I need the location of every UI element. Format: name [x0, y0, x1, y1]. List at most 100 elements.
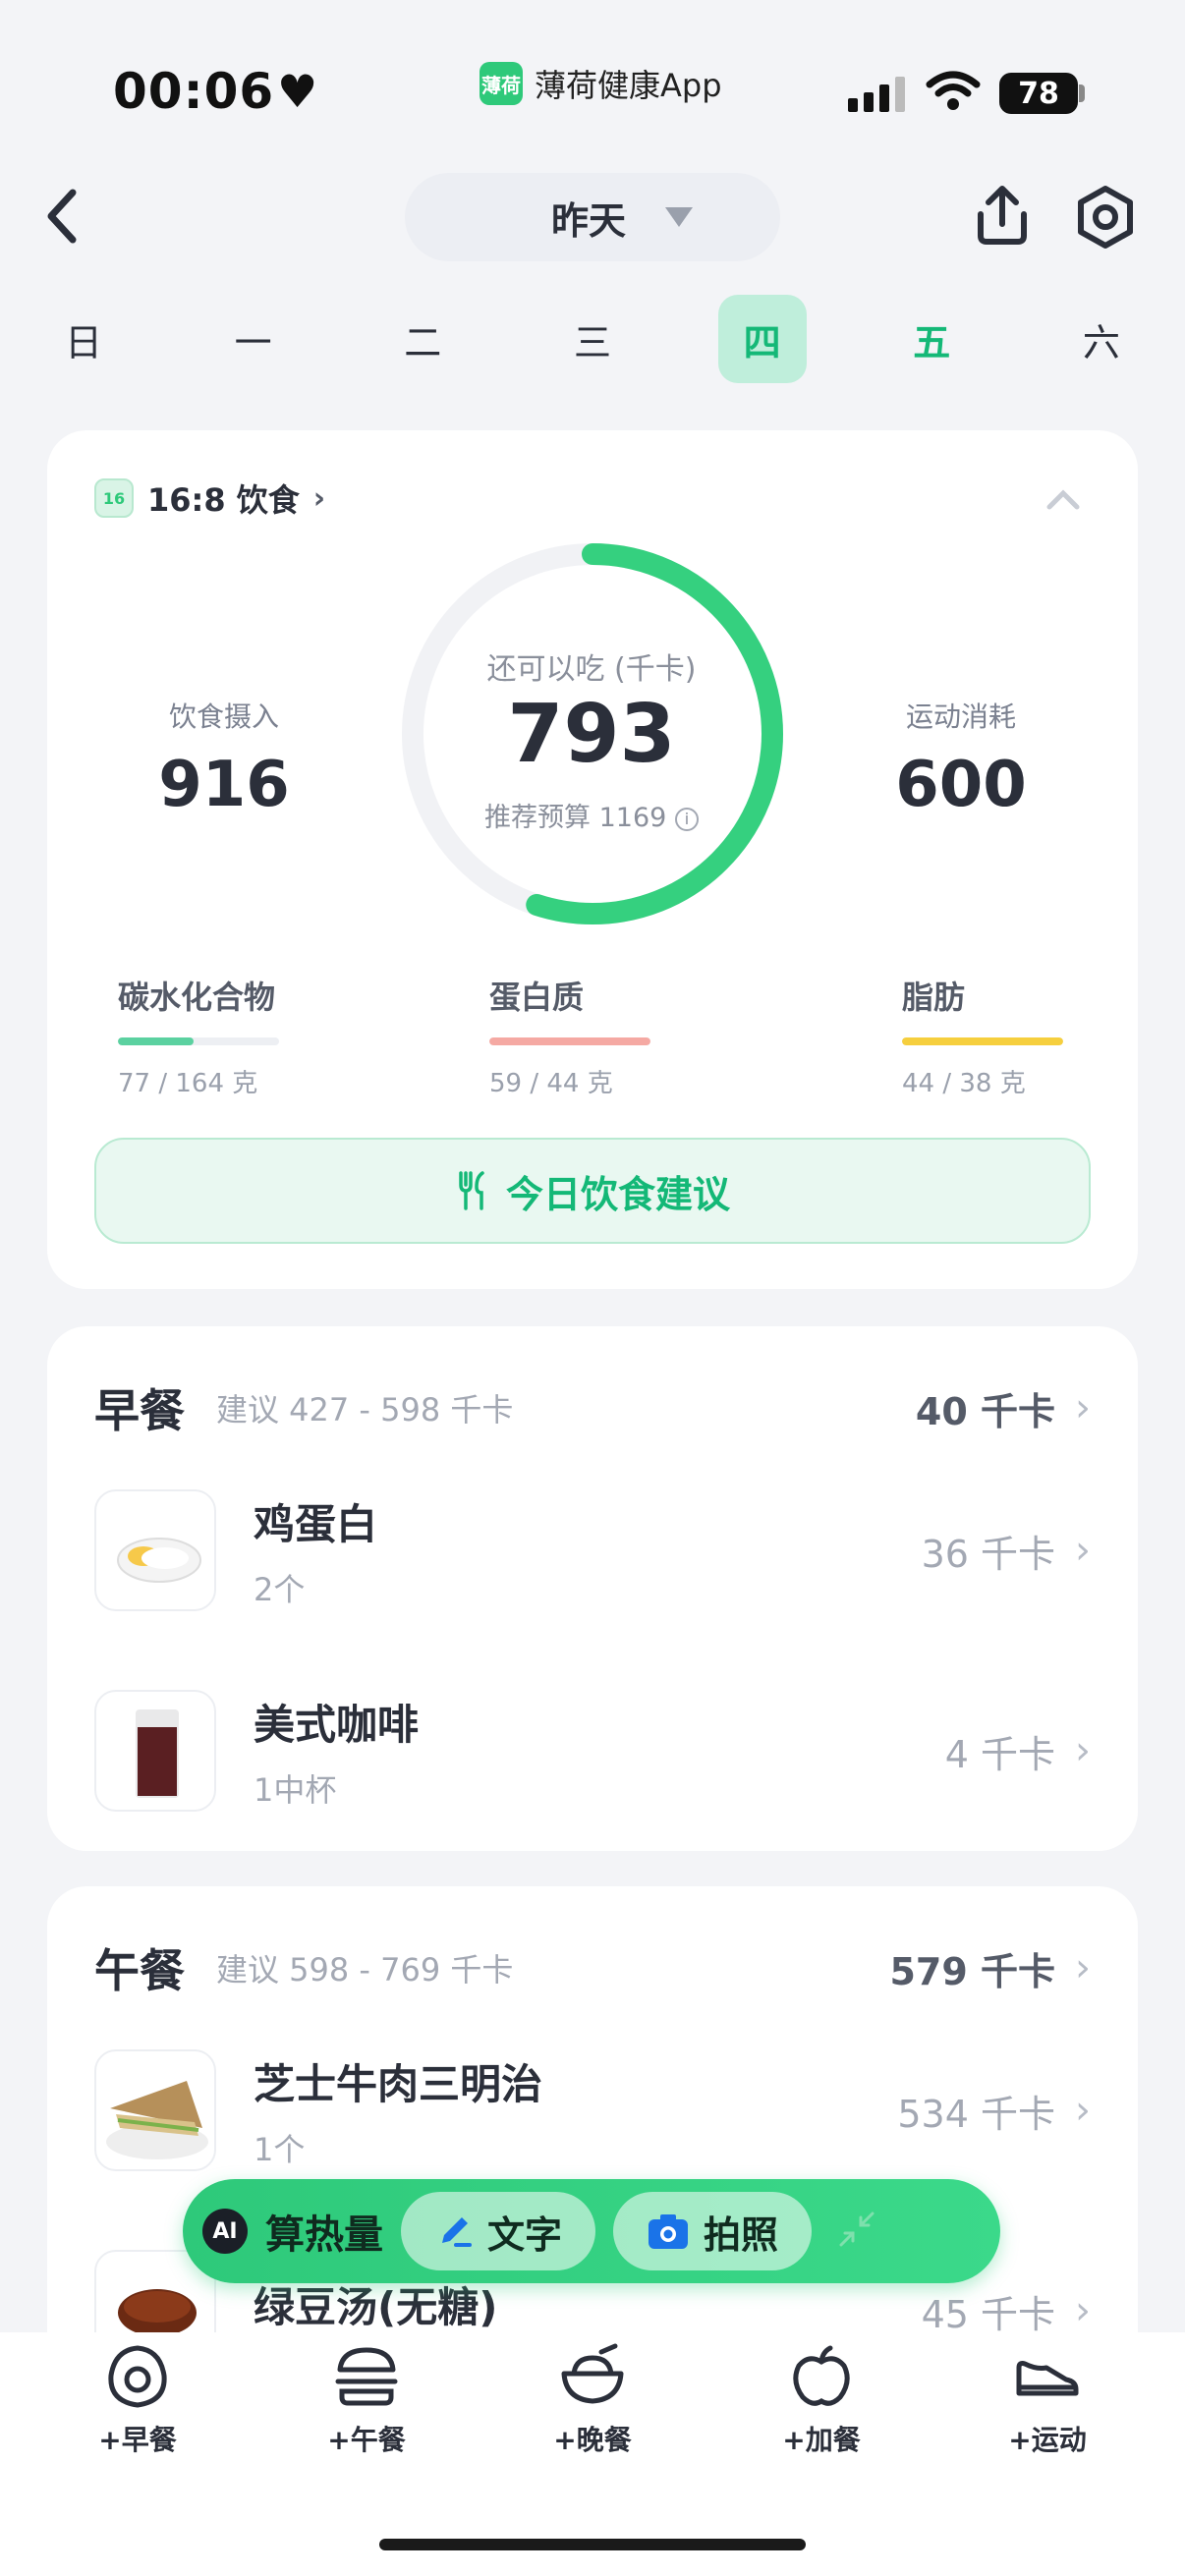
minimize-button[interactable]: [835, 2208, 878, 2255]
tab-add-dinner[interactable]: +晚餐: [524, 2342, 661, 2458]
tab-add-snack[interactable]: +加餐: [753, 2342, 890, 2458]
settings-button[interactable]: [1073, 185, 1138, 253]
home-indicator[interactable]: [379, 2539, 806, 2550]
remaining-label: 还可以吃 (千卡): [486, 652, 697, 687]
ai-photo-button[interactable]: 拍照: [613, 2192, 813, 2270]
camera-icon: [649, 2214, 689, 2249]
utensils-icon: [459, 1171, 484, 1210]
budget-label: 推荐预算 1169: [484, 803, 667, 833]
chevron-left-icon: [47, 189, 77, 244]
food-kcal: 45 千卡: [921, 2292, 1055, 2336]
ai-calorie-bar: AI 算热量 文字 拍照: [183, 2179, 1000, 2283]
day-tue[interactable]: 二: [378, 295, 467, 383]
food-kcal: 4 千卡: [944, 1732, 1055, 1776]
macro-value: 77 / 164 克: [118, 1069, 258, 1098]
chevron-up-icon: [1046, 489, 1080, 510]
tab-label: +午餐: [327, 2424, 406, 2456]
macro-progress-fill: [118, 1037, 195, 1045]
meal-title: 早餐: [94, 1384, 185, 1437]
macro-progress-fill: [489, 1037, 650, 1045]
macro-value: 59 / 44 克: [489, 1069, 613, 1098]
collapse-arrows-icon: [839, 2212, 875, 2247]
status-app-indicator[interactable]: 薄荷 薄荷健康App: [480, 61, 722, 106]
rice-bowl-icon: [561, 2343, 624, 2404]
heart-icon: ♥: [277, 65, 318, 118]
chevron-right-icon: ›: [1075, 1728, 1091, 1773]
sandwich-image: [94, 2049, 216, 2171]
budget-text[interactable]: 推荐预算 1169 i: [452, 796, 731, 834]
day-wed[interactable]: 三: [548, 295, 637, 383]
advice-label: 今日饮食建议: [505, 1172, 730, 1216]
macro-progress-fill: [902, 1037, 1063, 1045]
day-thu-selected[interactable]: 四: [717, 295, 807, 383]
exercise-label: 运动消耗: [905, 700, 1016, 733]
meal-total: 579 千卡: [889, 1949, 1055, 1993]
breakfast-header[interactable]: 早餐 建议 427 - 598 千卡 40 千卡 ›: [94, 1375, 1091, 1440]
caret-down-icon: [665, 207, 693, 227]
macro-name: 碳水化合物: [118, 979, 276, 1016]
app-badge-icon: 薄荷: [480, 62, 523, 105]
back-button[interactable]: [43, 185, 83, 252]
tab-label: +加餐: [782, 2424, 861, 2456]
tab-label: +晚餐: [553, 2424, 632, 2456]
food-row[interactable]: 鸡蛋白 2个 36 千卡 ›: [94, 1489, 1091, 1611]
diet-advice-button[interactable]: 今日饮食建议: [94, 1138, 1091, 1244]
chevron-right-icon: ›: [1075, 1385, 1091, 1430]
tab-label: +运动: [1008, 2424, 1087, 2456]
hexagon-settings-icon: [1078, 186, 1133, 249]
food-row[interactable]: 芝士牛肉三明治 1个 534 千卡 ›: [94, 2049, 1091, 2171]
tab-add-breakfast[interactable]: +早餐: [69, 2342, 206, 2458]
tab-add-exercise[interactable]: +运动: [979, 2342, 1116, 2458]
macro-progress-bar: [902, 1037, 1063, 1045]
food-amount: 1个: [254, 2130, 306, 2168]
chevron-right-icon: ›: [1075, 1528, 1091, 1573]
status-app-name: 薄荷健康App: [535, 67, 722, 104]
battery-tip: [1079, 84, 1085, 102]
meal-title: 午餐: [94, 1944, 185, 1997]
day-sun[interactable]: 日: [39, 295, 128, 383]
day-sat[interactable]: 六: [1057, 295, 1146, 383]
share-icon: [978, 186, 1027, 245]
food-kcal: 534 千卡: [897, 2092, 1055, 2136]
food-amount: 2个: [254, 1570, 306, 1608]
battery-icon: 78: [999, 73, 1078, 114]
ai-label: 算热量: [265, 2212, 383, 2258]
macro-fat: 脂肪 44 / 38 克: [902, 973, 1063, 1099]
wifi-icon: [926, 69, 981, 116]
shoe-icon: [1016, 2361, 1079, 2396]
ai-photo-label: 拍照: [704, 2212, 779, 2257]
date-label: 昨天: [550, 198, 626, 243]
food-kcal: 36 千卡: [921, 1532, 1055, 1576]
egg-white-image: [94, 1489, 216, 1611]
share-button[interactable]: [971, 185, 1034, 252]
intake-label: 饮食摄入: [168, 700, 279, 733]
day-fri-today[interactable]: 五: [887, 295, 976, 383]
tab-add-lunch[interactable]: +午餐: [298, 2342, 435, 2458]
meal-total: 40 千卡: [915, 1389, 1055, 1433]
intake-stat: 饮食摄入 916: [106, 696, 342, 821]
burger-icon: [335, 2347, 398, 2406]
tab-label: +早餐: [98, 2424, 177, 2456]
macro-carbs: 碳水化合物 77 / 164 克: [118, 973, 279, 1099]
macro-name: 脂肪: [902, 979, 966, 1016]
macro-value: 44 / 38 克: [902, 1069, 1026, 1098]
cellular-signal-icon: [848, 77, 905, 112]
ai-text-button[interactable]: 文字: [401, 2192, 596, 2270]
coffee-image: [94, 1690, 216, 1812]
chevron-right-icon: ›: [312, 480, 326, 516]
diet-mode-link[interactable]: 16 16:8 饮食 ›: [94, 476, 325, 521]
macro-progress-bar: [489, 1037, 650, 1045]
battery-level: 78: [1018, 76, 1059, 111]
chevron-right-icon: ›: [1075, 2088, 1091, 2133]
macro-progress-bar: [118, 1037, 279, 1045]
lunch-header[interactable]: 午餐 建议 598 - 769 千卡 579 千卡 ›: [94, 1935, 1091, 2000]
pencil-icon: [442, 2217, 472, 2247]
date-selector[interactable]: 昨天: [405, 173, 780, 261]
day-mon[interactable]: 一: [209, 295, 298, 383]
food-row[interactable]: 美式咖啡 1中杯 4 千卡 ›: [94, 1690, 1091, 1812]
exercise-value: 600: [895, 749, 1027, 821]
status-time: 00:06: [113, 63, 275, 120]
ai-text-label: 文字: [487, 2212, 563, 2257]
collapse-button[interactable]: [1045, 487, 1081, 515]
egg-icon: [108, 2345, 167, 2408]
